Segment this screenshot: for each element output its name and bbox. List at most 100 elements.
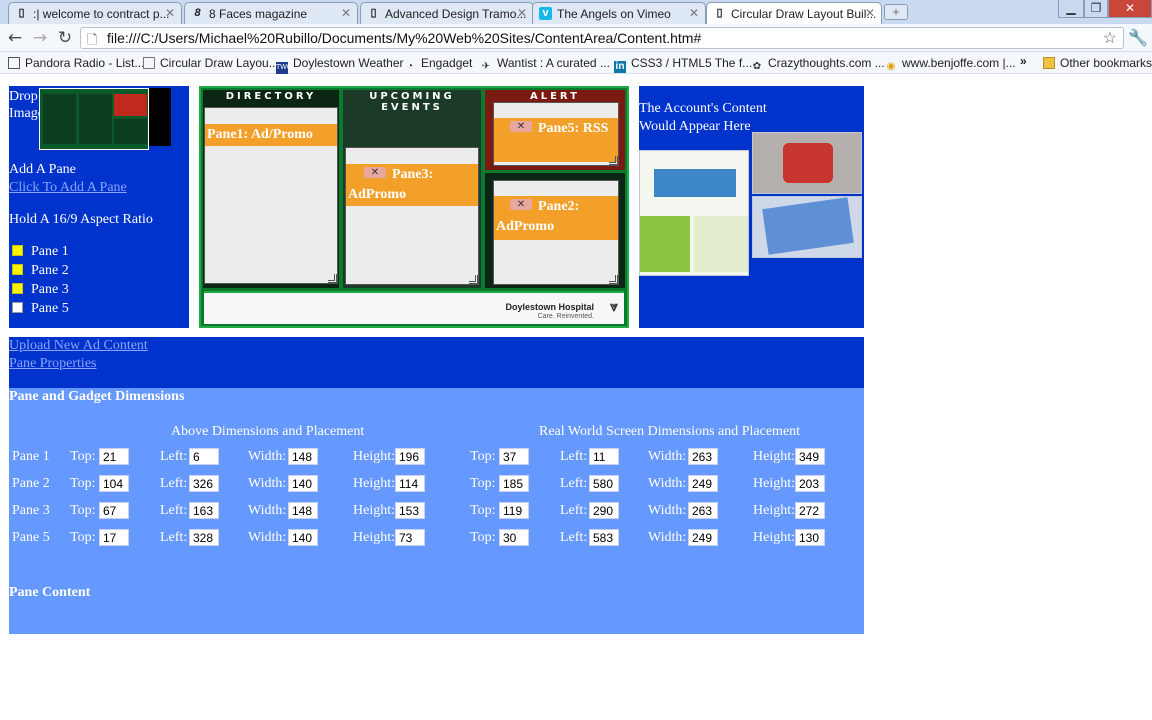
bookmark-wantist[interactable]: ✈ Wantist : A curated ... bbox=[480, 56, 610, 73]
above-width-input[interactable]: 148 bbox=[288, 448, 318, 465]
back-arrow-icon[interactable]: ← bbox=[5, 29, 25, 47]
page-info-icon[interactable]: 🗋 bbox=[87, 31, 97, 53]
close-icon[interactable]: ✕ bbox=[510, 121, 532, 132]
tab-contract[interactable]: ▯ :| welcome to contract p... ✕ bbox=[8, 2, 182, 24]
bookmark-weather[interactable]: TWCDoylestown Weather bbox=[276, 56, 404, 74]
real-height-input[interactable]: 349 bbox=[795, 448, 825, 465]
pane-1-checkbox[interactable] bbox=[12, 245, 23, 256]
layout-thumbnail[interactable] bbox=[39, 88, 149, 150]
close-icon[interactable]: ✕ bbox=[517, 6, 527, 20]
wrench-icon[interactable]: 🔧 bbox=[1128, 28, 1148, 47]
real-height-input[interactable]: 272 bbox=[795, 502, 825, 519]
resize-handle[interactable] bbox=[469, 275, 478, 284]
bookmark-engadget[interactable]: ◔ Engadget bbox=[404, 56, 472, 73]
top-label: Top: bbox=[470, 503, 496, 518]
above-top-input[interactable]: 104 bbox=[99, 475, 129, 492]
pane-5-checkbox[interactable] bbox=[12, 302, 23, 313]
real-width-input[interactable]: 263 bbox=[688, 448, 718, 465]
pandora-icon bbox=[8, 57, 20, 69]
top-label: Top: bbox=[70, 449, 96, 464]
pane-5[interactable]: ✕ Pane5: RSS bbox=[493, 102, 619, 166]
above-height-input[interactable]: 196 bbox=[395, 448, 425, 465]
pane-3[interactable]: ✕ Pane3: AdPromo bbox=[345, 147, 479, 285]
pane-1[interactable]: Pane1: Ad/Promo bbox=[204, 107, 338, 284]
real-top-input[interactable]: 185 bbox=[499, 475, 529, 492]
upload-ad-link[interactable]: Upload New Ad Content bbox=[9, 338, 148, 354]
real-left-input[interactable]: 580 bbox=[589, 475, 619, 492]
above-height-input[interactable]: 153 bbox=[395, 502, 425, 519]
checkbox-label: Pane 2 bbox=[31, 263, 69, 278]
above-width-input[interactable]: 148 bbox=[288, 502, 318, 519]
pane-3-checkbox-row[interactable]: Pane 3 bbox=[12, 282, 69, 298]
close-icon[interactable]: ✕ bbox=[364, 167, 386, 178]
above-width-input[interactable]: 140 bbox=[288, 529, 318, 546]
real-height-input[interactable]: 130 bbox=[795, 529, 825, 546]
resize-handle[interactable] bbox=[609, 275, 618, 284]
left-label: Left: bbox=[160, 530, 188, 545]
forward-arrow-icon[interactable]: → bbox=[30, 29, 50, 47]
close-icon[interactable]: ✕ bbox=[165, 6, 175, 20]
above-height-input[interactable]: 114 bbox=[395, 475, 425, 492]
minimize-button[interactable]: ▁ bbox=[1058, 0, 1084, 18]
bookmark-pandora[interactable]: Pandora Radio - List... bbox=[8, 56, 144, 70]
bookmark-benjoffe[interactable]: ◉ www.benjoffe.com |... bbox=[885, 56, 1016, 73]
tab-8-faces[interactable]: 8 8 Faces magazine ✕ bbox=[184, 2, 358, 24]
pane-5-checkbox-row[interactable]: Pane 5 bbox=[12, 301, 69, 317]
bookmark-css3[interactable]: in CSS3 / HTML5 The f... bbox=[614, 56, 752, 73]
real-width-input[interactable]: 249 bbox=[688, 475, 718, 492]
bookmark-label: Doylestown Weather bbox=[293, 56, 404, 70]
real-width-input[interactable]: 249 bbox=[688, 529, 718, 546]
close-icon[interactable]: ✕ bbox=[865, 6, 875, 20]
pane-2-checkbox-row[interactable]: Pane 2 bbox=[12, 263, 69, 279]
pane-2-checkbox[interactable] bbox=[12, 264, 23, 275]
real-top-input[interactable]: 119 bbox=[499, 502, 529, 519]
real-left-input[interactable]: 583 bbox=[589, 529, 619, 546]
add-pane-link[interactable]: Click To Add A Pane bbox=[9, 180, 127, 196]
window-close-button[interactable]: ✕ bbox=[1108, 0, 1152, 18]
reload-icon[interactable]: ↻ bbox=[55, 29, 75, 47]
tab-vimeo[interactable]: v The Angels on Vimeo ✕ bbox=[532, 2, 706, 24]
pane-2[interactable]: ✕ Pane2: AdPromo bbox=[493, 180, 619, 285]
real-top-input[interactable]: 30 bbox=[499, 529, 529, 546]
above-width-input[interactable]: 140 bbox=[288, 475, 318, 492]
address-bar[interactable]: 🗋 file:///C:/Users/Michael%20Rubillo/Doc… bbox=[80, 27, 1124, 49]
pane-3-checkbox[interactable] bbox=[12, 283, 23, 294]
tab-circular-draw[interactable]: ▯ Circular Draw Layout Buil... ✕ bbox=[706, 2, 882, 25]
bookmark-crazythoughts[interactable]: ✿ Crazythoughts.com ... bbox=[751, 56, 885, 73]
above-top-input[interactable]: 17 bbox=[99, 529, 129, 546]
maximize-button[interactable]: ❐ bbox=[1084, 0, 1108, 18]
pane-1-checkbox-row[interactable]: Pane 1 bbox=[12, 244, 69, 260]
above-left-input[interactable]: 163 bbox=[189, 502, 219, 519]
above-top-input[interactable]: 21 bbox=[99, 448, 129, 465]
real-top-input[interactable]: 37 bbox=[499, 448, 529, 465]
close-icon[interactable]: ✕ bbox=[510, 199, 532, 210]
above-left-input[interactable]: 6 bbox=[189, 448, 219, 465]
pane-title-text: Pane3: AdPromo bbox=[348, 167, 434, 202]
hospital-logo-icon: ⩔ bbox=[610, 299, 618, 315]
pane-title: ✕ Pane3: AdPromo bbox=[346, 164, 478, 206]
tab-advanced-design[interactable]: ▯ Advanced Design Tramo... ✕ bbox=[360, 2, 534, 24]
bookmark-label: www.benjoffe.com |... bbox=[902, 56, 1016, 70]
pane-properties-link[interactable]: Pane Properties bbox=[9, 356, 96, 372]
bookmark-circular-draw[interactable]: Circular Draw Layou... bbox=[143, 56, 279, 70]
address-text: file:///C:/Users/Michael%20Rubillo/Docum… bbox=[107, 30, 702, 46]
close-icon[interactable]: ✕ bbox=[341, 6, 351, 20]
above-height-input[interactable]: 73 bbox=[395, 529, 425, 546]
above-top-input[interactable]: 67 bbox=[99, 502, 129, 519]
wantist-icon: ✈ bbox=[481, 61, 491, 72]
resize-handle[interactable] bbox=[609, 156, 618, 165]
real-height-input[interactable]: 203 bbox=[795, 475, 825, 492]
real-left-input[interactable]: 290 bbox=[589, 502, 619, 519]
real-width-input[interactable]: 263 bbox=[688, 502, 718, 519]
new-tab-button[interactable]: + bbox=[884, 4, 908, 20]
above-left-input[interactable]: 328 bbox=[189, 529, 219, 546]
drop-target-area[interactable] bbox=[149, 88, 171, 146]
bookmark-star-icon[interactable]: ☆ bbox=[1103, 28, 1117, 48]
other-bookmarks[interactable]: Other bookmarks bbox=[1043, 56, 1152, 70]
above-left-input[interactable]: 326 bbox=[189, 475, 219, 492]
real-left-input[interactable]: 11 bbox=[589, 448, 619, 465]
top-label: Top: bbox=[70, 503, 96, 518]
resize-handle[interactable] bbox=[328, 274, 337, 283]
bookmarks-overflow-chevron[interactable]: » bbox=[1020, 54, 1027, 68]
close-icon[interactable]: ✕ bbox=[689, 6, 699, 20]
